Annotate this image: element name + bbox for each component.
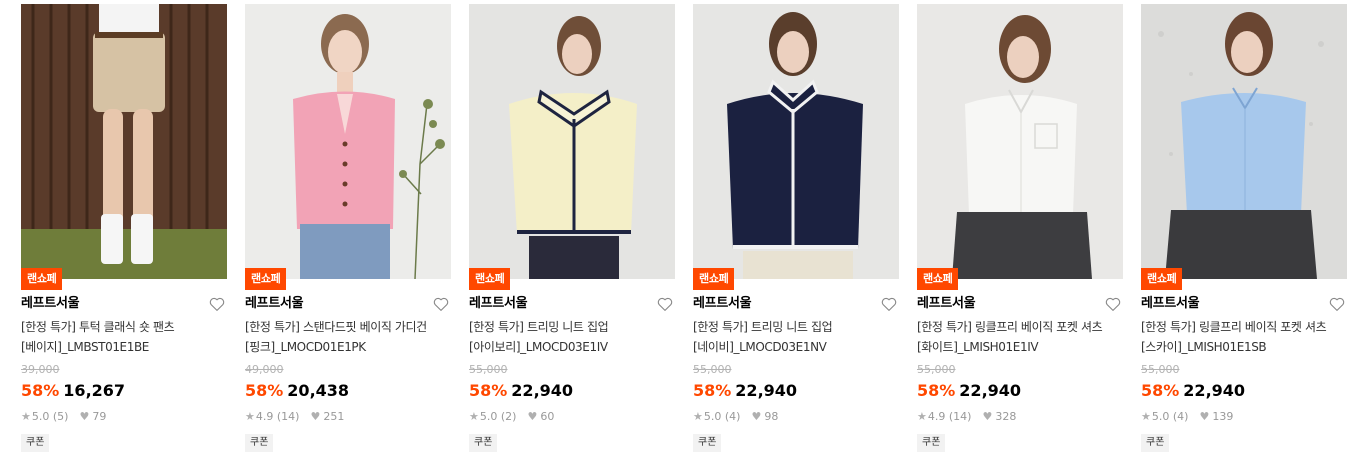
event-badge: 랜쇼페: [469, 268, 511, 290]
review-count: (2): [500, 410, 517, 423]
product-image[interactable]: [917, 4, 1123, 279]
product-name[interactable]: [한정 특가] 스탠다드핏 베이직 가디건 [핑크]_LMOCD01E1PK: [245, 317, 451, 357]
like-count: 79: [92, 410, 107, 423]
heart-filled-icon: ♥: [1199, 410, 1210, 423]
like-count: 60: [540, 410, 555, 423]
rating: 5.0: [479, 410, 498, 423]
coupon-badge: 쿠폰: [469, 434, 498, 452]
heart-filled-icon: ♥: [982, 410, 993, 423]
product-image[interactable]: [693, 4, 899, 279]
star-icon: ★: [693, 410, 703, 423]
heart-outline-icon[interactable]: [208, 295, 226, 313]
product-name[interactable]: [한정 특가] 투턱 클래식 숏 팬츠 [베이지]_LMBST01E1BE: [21, 317, 227, 357]
discount-rate: 58%: [917, 381, 956, 400]
sale-price: 22,940: [1183, 381, 1246, 400]
sale-price: 22,940: [959, 381, 1022, 400]
brand-name[interactable]: 레프트서울: [917, 294, 1123, 314]
event-badge: 랜쇼페: [21, 268, 63, 290]
brand-name[interactable]: 레프트서울: [21, 294, 227, 314]
product-photo: [917, 4, 1123, 279]
discount-rate: 58%: [693, 381, 732, 400]
product-photo: [469, 4, 675, 279]
like-count: 251: [323, 410, 345, 423]
discount-rate: 58%: [245, 381, 284, 400]
product-photo: [21, 4, 227, 279]
product-photo: [245, 4, 451, 279]
heart-filled-icon: ♥: [527, 410, 538, 423]
product-name[interactable]: [한정 특가] 링클프리 베이직 포켓 셔츠 [화이트]_LMISH01E1IV: [917, 317, 1123, 357]
coupon-badge: 쿠폰: [1141, 434, 1170, 452]
review-count: (14): [948, 410, 972, 423]
like-count: 139: [1212, 410, 1234, 423]
discount-rate: 58%: [21, 381, 60, 400]
product-name[interactable]: [한정 특가] 트리밍 니트 집업 [네이비]_LMOCD03E1NV: [693, 317, 899, 357]
rating: 4.9: [255, 410, 274, 423]
product-photo: [1141, 4, 1347, 279]
brand-name[interactable]: 레프트서울: [1141, 294, 1347, 314]
product-card[interactable]: 랜쇼페 레프트서울 [한정 특가] 링클프리 베이직 포켓 셔츠 [스카이]_L…: [1141, 4, 1347, 452]
review-count: (14): [276, 410, 300, 423]
product-image[interactable]: [21, 4, 227, 279]
sale-price: 20,438: [287, 381, 350, 400]
like-count: 328: [995, 410, 1017, 423]
heart-outline-icon[interactable]: [880, 295, 898, 313]
review-count: (4): [1172, 410, 1189, 423]
event-badge: 랜쇼페: [693, 268, 735, 290]
heart-outline-icon[interactable]: [656, 295, 674, 313]
star-icon: ★: [245, 410, 255, 423]
heart-filled-icon: ♥: [79, 410, 90, 423]
event-badge: 랜쇼페: [245, 268, 287, 290]
event-badge: 랜쇼페: [917, 268, 959, 290]
sale-price: 16,267: [63, 381, 126, 400]
product-card[interactable]: 랜쇼페 레프트서울 [한정 특가] 투턱 클래식 숏 팬츠 [베이지]_LMBS…: [21, 4, 227, 452]
star-icon: ★: [469, 410, 479, 423]
coupon-badge: 쿠폰: [693, 434, 722, 452]
original-price: 55,000: [917, 363, 956, 376]
star-icon: ★: [21, 410, 31, 423]
review-count: (4): [724, 410, 741, 423]
original-price: 55,000: [693, 363, 732, 376]
original-price: 49,000: [245, 363, 284, 376]
discount-rate: 58%: [469, 381, 508, 400]
product-card[interactable]: 랜쇼페 레프트서울 [한정 특가] 링클프리 베이직 포켓 셔츠 [화이트]_L…: [917, 4, 1123, 452]
product-image[interactable]: [1141, 4, 1347, 279]
coupon-badge: 쿠폰: [245, 434, 274, 452]
heart-outline-icon[interactable]: [1328, 295, 1346, 313]
event-badge: 랜쇼페: [1141, 268, 1183, 290]
brand-name[interactable]: 레프트서울: [245, 294, 451, 314]
review-count: (5): [52, 410, 69, 423]
rating: 5.0: [31, 410, 50, 423]
star-icon: ★: [917, 410, 927, 423]
brand-name[interactable]: 레프트서울: [693, 294, 899, 314]
heart-filled-icon: ♥: [751, 410, 762, 423]
star-icon: ★: [1141, 410, 1151, 423]
original-price: 55,000: [469, 363, 508, 376]
like-count: 98: [764, 410, 779, 423]
rating: 4.9: [927, 410, 946, 423]
product-card[interactable]: 랜쇼페 레프트서울 [한정 특가] 스탠다드핏 베이직 가디건 [핑크]_LMO…: [245, 4, 451, 452]
product-photo: [693, 4, 899, 279]
discount-rate: 58%: [1141, 381, 1180, 400]
original-price: 55,000: [1141, 363, 1180, 376]
rating: 5.0: [703, 410, 722, 423]
original-price: 39,000: [21, 363, 60, 376]
coupon-badge: 쿠폰: [917, 434, 946, 452]
heart-outline-icon[interactable]: [432, 295, 450, 313]
product-card[interactable]: 랜쇼페 레프트서울 [한정 특가] 트리밍 니트 집업 [네이비]_LMOCD0…: [693, 4, 899, 452]
heart-outline-icon[interactable]: [1104, 295, 1122, 313]
sale-price: 22,940: [511, 381, 574, 400]
sale-price: 22,940: [735, 381, 798, 400]
product-card[interactable]: 랜쇼페 레프트서울 [한정 특가] 트리밍 니트 집업 [아이보리]_LMOCD…: [469, 4, 675, 452]
rating: 5.0: [1151, 410, 1170, 423]
product-image[interactable]: [469, 4, 675, 279]
heart-filled-icon: ♥: [310, 410, 321, 423]
coupon-badge: 쿠폰: [21, 434, 50, 452]
product-image[interactable]: [245, 4, 451, 279]
product-name[interactable]: [한정 특가] 링클프리 베이직 포켓 셔츠 [스카이]_LMISH01E1SB: [1141, 317, 1347, 357]
product-name[interactable]: [한정 특가] 트리밍 니트 집업 [아이보리]_LMOCD03E1IV: [469, 317, 675, 357]
brand-name[interactable]: 레프트서울: [469, 294, 675, 314]
product-grid: 랜쇼페 레프트서울 [한정 특가] 투턱 클래식 숏 팬츠 [베이지]_LMBS…: [0, 0, 1355, 464]
